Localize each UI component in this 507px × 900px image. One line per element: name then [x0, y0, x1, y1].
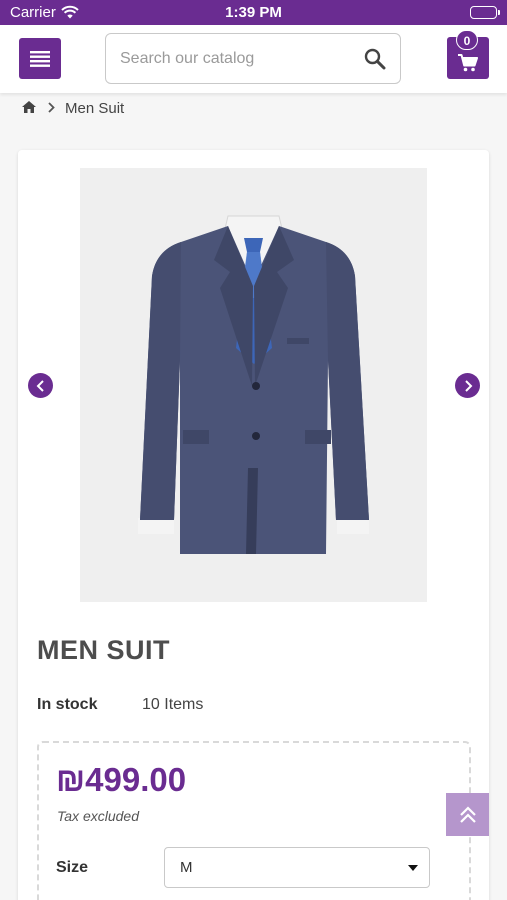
previous-image-button[interactable] [28, 373, 53, 398]
double-chevron-up-icon [459, 805, 476, 823]
search-input[interactable] [120, 34, 360, 83]
clock: 1:39 PM [225, 4, 282, 21]
breadcrumb-item[interactable]: Men Suit [65, 100, 124, 117]
size-selected-value: M [180, 859, 193, 876]
site-header: 0 [0, 25, 507, 93]
chevron-right-icon [464, 379, 472, 392]
battery-icon [470, 6, 500, 19]
scroll-to-top-button[interactable] [446, 793, 489, 836]
search-box [105, 33, 401, 84]
home-icon[interactable] [22, 100, 36, 117]
product-title: MEN SUIT [37, 635, 171, 665]
next-image-button[interactable] [455, 373, 480, 398]
menu-button[interactable] [19, 38, 61, 79]
status-bar: Carrier 1:39 PM [0, 0, 507, 25]
chevron-right-icon [48, 100, 55, 116]
caret-down-icon [408, 865, 418, 871]
size-label: Size [56, 859, 89, 876]
stock-quantity: 10 Items [142, 696, 204, 713]
tax-note: Tax excluded [57, 808, 139, 824]
product-price: ₪499.00 [56, 761, 187, 798]
hamburger-menu-icon [30, 50, 50, 67]
cart-count-badge: 0 [456, 30, 478, 50]
breadcrumb: Men Suit [22, 99, 124, 117]
search-icon[interactable] [364, 48, 386, 75]
stock-label: In stock [37, 696, 98, 713]
cart-icon [458, 54, 478, 72]
size-select[interactable]: M [164, 847, 430, 888]
chevron-left-icon [36, 379, 44, 392]
product-image[interactable] [80, 168, 427, 602]
